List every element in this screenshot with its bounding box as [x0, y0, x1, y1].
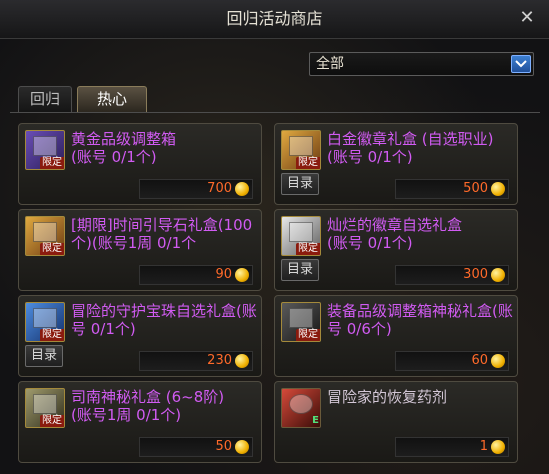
coin-icon	[491, 182, 505, 196]
compass-box-icon: 限定	[25, 388, 65, 428]
item-price: 700	[139, 179, 253, 199]
shop-item[interactable]: 限定 冒险的守护宝珠自选礼盒(账号 0/1个) 目录 230	[18, 295, 262, 377]
gold-box-icon: 限定	[281, 130, 321, 170]
item-price: 50	[139, 437, 253, 457]
item-name: 司南神秘礼盒 (6~8阶) (账号1周 0/1个)	[71, 388, 225, 424]
price-value: 60	[471, 353, 488, 368]
item-grid: 限定 黄金品级调整箱 (账号 0/1个) 700 限定 白金徽章礼盒 (自选职业…	[10, 112, 540, 471]
limited-tag: 限定	[40, 157, 64, 169]
shop-item[interactable]: 限定 司南神秘礼盒 (6~8阶) (账号1周 0/1个) 50	[18, 381, 262, 463]
limited-tag: 限定	[40, 415, 64, 427]
tab-enthusiasm[interactable]: 热心	[77, 86, 147, 112]
catalog-button[interactable]: 目录	[281, 259, 319, 281]
purple-box-icon: 限定	[25, 130, 65, 170]
tab-return[interactable]: 回归	[18, 86, 72, 112]
shop-item[interactable]: 限定 装备品级调整箱神秘礼盒(账号 0/6个) 60	[274, 295, 518, 377]
item-name: [期限]时间引导石礼盒(100个)(账号1周 0/1个	[71, 216, 253, 252]
item-name: 白金徽章礼盒 (自选职业)(账号 0/1个)	[327, 130, 494, 166]
equip-tag: E	[312, 415, 319, 426]
blue-box-icon: 限定	[25, 302, 65, 342]
coin-icon	[235, 268, 249, 282]
catalog-button[interactable]: 目录	[25, 345, 63, 367]
shop-item[interactable]: 限定 [期限]时间引导石礼盒(100个)(账号1周 0/1个 90	[18, 209, 262, 291]
price-value: 50	[215, 439, 232, 454]
price-value: 1	[479, 439, 488, 454]
category-dropdown[interactable]: 全部	[309, 52, 534, 76]
shop-item[interactable]: 限定 黄金品级调整箱 (账号 0/1个) 700	[18, 123, 262, 205]
item-price: 60	[395, 351, 509, 371]
item-name: 冒险家的恢复药剂	[327, 388, 448, 406]
price-value: 230	[207, 353, 232, 368]
price-value: 300	[463, 267, 488, 282]
shop-window: 回归活动商店 ✕ 全部 回归 热心 限定 黄金品级调整箱 (账号 0/1个) 7…	[0, 0, 549, 474]
coin-icon	[491, 440, 505, 454]
item-price: 1	[395, 437, 509, 457]
coin-icon	[235, 182, 249, 196]
window-title: 回归活动商店	[226, 9, 323, 28]
limited-tag: 限定	[296, 157, 320, 169]
shop-item[interactable]: 限定 白金徽章礼盒 (自选职业)(账号 0/1个) 目录 500	[274, 123, 518, 205]
shop-item[interactable]: 限定 灿烂的徽章自选礼盒 (账号 0/1个) 目录 300	[274, 209, 518, 291]
item-price: 230	[139, 351, 253, 371]
chevron-down-icon[interactable]	[511, 55, 531, 73]
item-price: 300	[395, 265, 509, 285]
limited-tag: 限定	[296, 329, 320, 341]
coin-icon	[491, 354, 505, 368]
coin-icon	[491, 268, 505, 282]
gold-chest-icon: 限定	[25, 216, 65, 256]
coin-icon	[235, 354, 249, 368]
item-price: 90	[139, 265, 253, 285]
limited-tag: 限定	[296, 243, 320, 255]
potion-icon: E	[281, 388, 321, 428]
item-price: 500	[395, 179, 509, 199]
dropdown-value: 全部	[316, 56, 344, 72]
price-value: 500	[463, 181, 488, 196]
price-value: 90	[215, 267, 232, 282]
item-name: 灿烂的徽章自选礼盒 (账号 0/1个)	[327, 216, 463, 252]
shop-item[interactable]: E 冒险家的恢复药剂 1	[274, 381, 518, 463]
item-name: 冒险的守护宝珠自选礼盒(账号 0/1个)	[71, 302, 257, 338]
catalog-button[interactable]: 目录	[281, 173, 319, 195]
price-value: 700	[207, 181, 232, 196]
close-icon[interactable]: ✕	[517, 8, 537, 28]
limited-tag: 限定	[40, 243, 64, 255]
coin-icon	[235, 440, 249, 454]
limited-tag: 限定	[40, 329, 64, 341]
title-bar: 回归活动商店 ✕	[0, 0, 549, 39]
white-box-icon: 限定	[281, 216, 321, 256]
item-name: 装备品级调整箱神秘礼盒(账号 0/6个)	[327, 302, 513, 338]
dark-box-icon: 限定	[281, 302, 321, 342]
item-name: 黄金品级调整箱 (账号 0/1个)	[71, 130, 177, 166]
